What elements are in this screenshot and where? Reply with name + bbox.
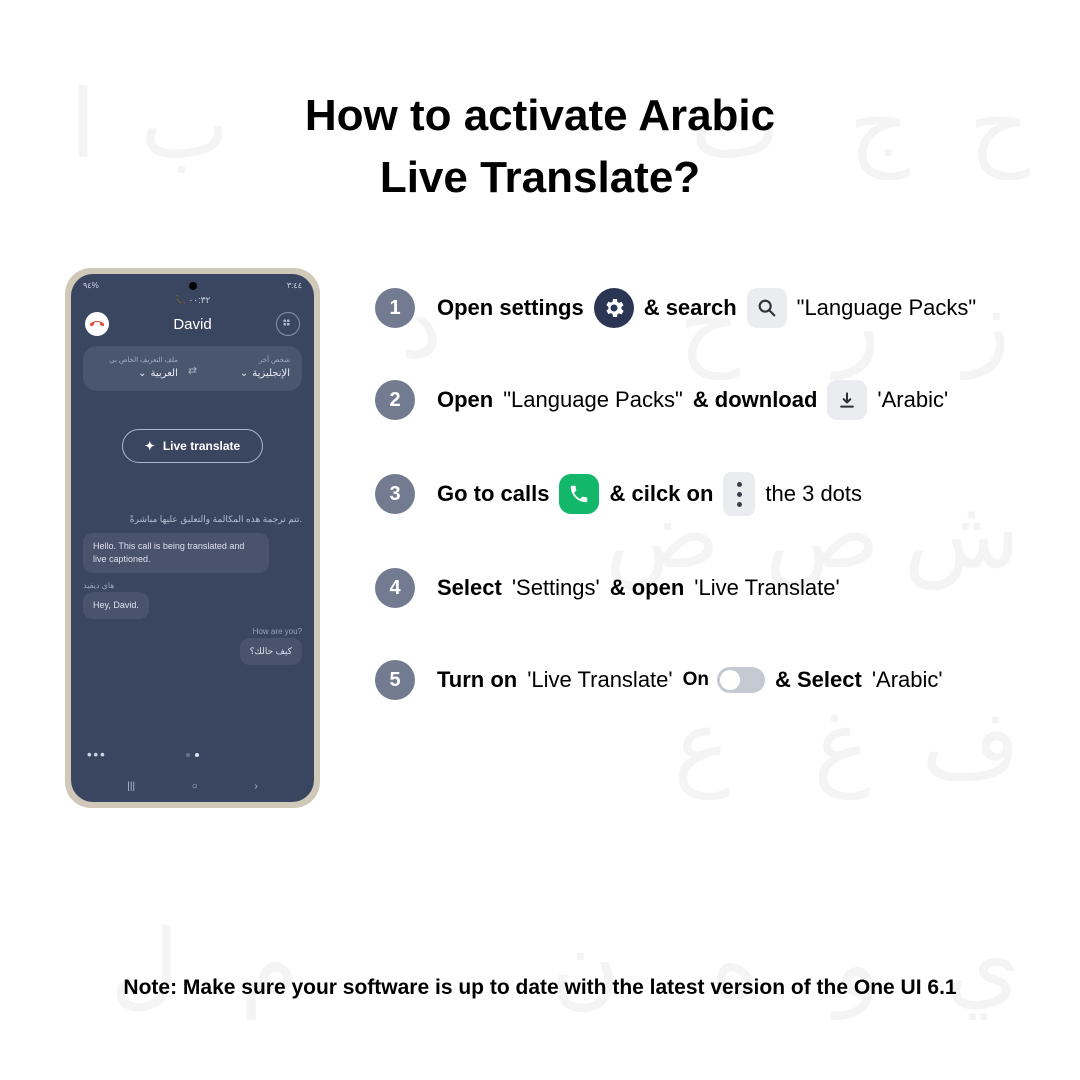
step-4: 4 Select 'Settings' & open 'Live Transla… [375,568,1040,608]
more-icon[interactable]: ••• [87,747,107,762]
call-timer: 📞 ٠٠:٣٢ [71,293,314,312]
steps-list: 1 Open settings & search "Language Packs… [375,268,1040,700]
step-number: 2 [375,380,415,420]
step-number: 5 [375,660,415,700]
caption-bubble: كيف حالك؟ [240,638,302,665]
language-card: ملف التعريف الخاص بي ⌄العربية ⇄ شخص آخر … [83,346,302,391]
footer-note: Note: Make sure your software is up to d… [0,976,1080,1000]
keypad-icon [282,318,294,330]
android-navbar: ||| ○ › [71,781,314,792]
switch-icon [717,667,765,693]
back-icon[interactable]: › [254,781,257,792]
download-icon [827,380,867,420]
camera-cutout [189,282,197,290]
keypad-button[interactable] [276,312,300,336]
captions-area: تتم ترجمة هذه المكالمة والتعليق عليها مب… [71,513,314,673]
toggle-switch[interactable]: On [683,667,765,693]
lang-mine[interactable]: ملف التعريف الخاص بي ⌄العربية [95,356,178,379]
caption-bubble: Hello. This call is being translated and… [83,533,269,573]
phone-icon [559,474,599,514]
step-number: 1 [375,288,415,328]
chevron-down-icon: ⌄ [138,368,146,379]
phone-mockup: ٩٤% ٣:٤٤ 📞 ٠٠:٣٢ David ملف التعريف الخاص… [65,268,320,808]
swap-icon[interactable]: ⇄ [188,364,197,379]
recents-icon[interactable]: ||| [127,781,135,792]
step-5: 5 Turn on 'Live Translate' On & Select '… [375,660,1040,700]
hangup-icon [90,317,104,331]
step-number: 4 [375,568,415,608]
pager-dots [186,753,199,757]
three-dots-icon [723,472,755,516]
step-number: 3 [375,474,415,514]
hangup-button[interactable] [85,312,109,336]
step-3: 3 Go to calls & cilck on the 3 dots [375,472,1040,516]
step-2: 2 Open "Language Packs" & download 'Arab… [375,380,1040,420]
chevron-down-icon: ⌄ [240,368,248,379]
lang-other[interactable]: شخص آخر ⌄الإنجليزية [207,356,290,379]
live-translate-button[interactable]: ✦ Live translate [122,429,263,463]
page-title: How to activate Arabic Live Translate? [0,0,1080,208]
search-icon [747,288,787,328]
home-icon[interactable]: ○ [192,781,198,792]
contact-name: David [173,316,211,333]
gear-icon [594,288,634,328]
caption-bubble: Hey, David. [83,592,149,619]
sparkle-icon: ✦ [145,439,155,453]
step-1: 1 Open settings & search "Language Packs… [375,288,1040,328]
